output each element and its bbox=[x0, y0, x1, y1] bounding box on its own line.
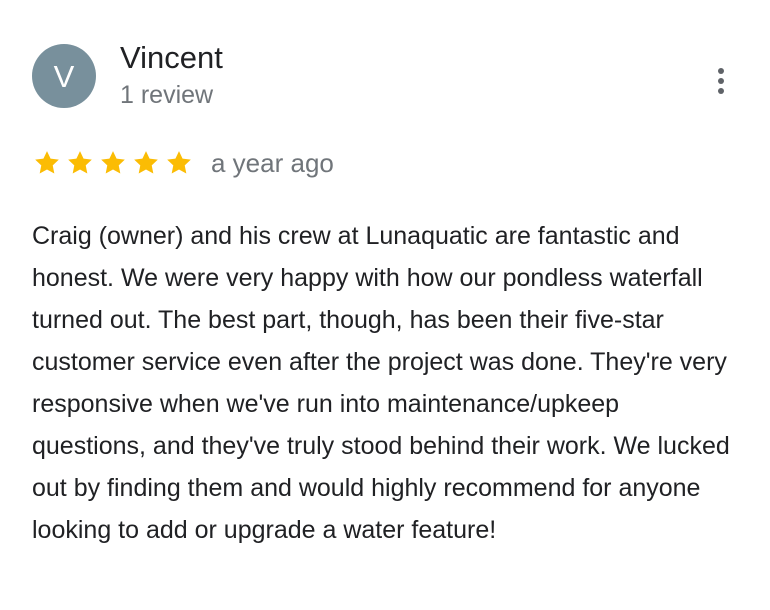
review-count[interactable]: 1 review bbox=[120, 80, 213, 110]
star-icon bbox=[68, 151, 92, 174]
review-timestamp: a year ago bbox=[211, 148, 334, 178]
avatar[interactable]: V bbox=[32, 44, 96, 108]
more-vert-icon bbox=[718, 68, 724, 94]
review-card: V Vincent 1 review a year ago Craig (own… bbox=[0, 0, 770, 610]
star-rating bbox=[33, 147, 193, 179]
review-text: Craig (owner) and his crew at Lunaquatic… bbox=[32, 222, 730, 544]
reviewer-name[interactable]: Vincent bbox=[120, 40, 223, 76]
star-icon bbox=[167, 151, 191, 174]
rating-row: a year ago bbox=[33, 145, 334, 181]
star-icon bbox=[101, 151, 125, 174]
star-icon bbox=[134, 151, 158, 174]
more-options-button[interactable] bbox=[699, 59, 743, 103]
avatar-initial: V bbox=[53, 58, 75, 94]
star-icon bbox=[35, 151, 59, 174]
